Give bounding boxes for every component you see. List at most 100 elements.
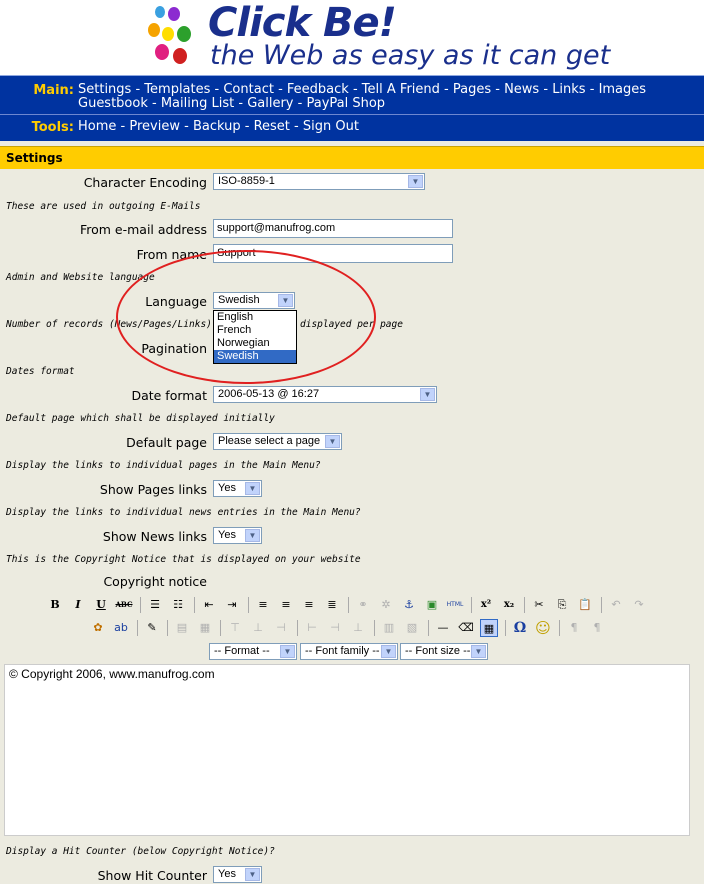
insert-row-after-icon[interactable]: ⊥	[249, 619, 267, 637]
date-format-label: Date format	[131, 388, 207, 403]
align-justify-icon[interactable]: ≣	[323, 596, 341, 614]
ltr-icon[interactable]: ¶	[565, 619, 583, 637]
outdent-icon[interactable]: ⇤	[200, 596, 218, 614]
date-format-value: 2006-05-13 @ 16:27	[218, 388, 320, 400]
pages-links-label: Show Pages links	[99, 482, 207, 497]
align-right-icon[interactable]: ≡	[300, 596, 318, 614]
news-links-select[interactable]: Yes ▼	[213, 527, 262, 544]
align-left-icon[interactable]: ≡	[254, 596, 272, 614]
toolbar-separator	[559, 620, 560, 636]
chevron-down-icon: ▼	[471, 645, 486, 658]
font-size-value: -- Font size --	[405, 645, 471, 657]
toolbar-separator	[428, 620, 429, 636]
nav-link-sign-out[interactable]: Sign Out	[303, 119, 359, 134]
table-cell-props-icon[interactable]: ▦	[196, 619, 214, 637]
cut-icon[interactable]: ✂	[530, 596, 548, 614]
insert-col-before-icon[interactable]: ⊢	[303, 619, 321, 637]
chevron-down-icon: ▼	[280, 645, 295, 658]
paste-icon[interactable]: 📋	[576, 596, 594, 614]
tools-nav-label: Tools:	[31, 120, 74, 135]
default-page-select[interactable]: Please select a page ▼	[213, 433, 342, 450]
nav-link-home[interactable]: Home	[78, 119, 116, 134]
logo-tagline: the Web as easy as it can get	[210, 40, 611, 71]
date-format-select[interactable]: 2006-05-13 @ 16:27 ▼	[213, 386, 437, 403]
copyright-editor[interactable]: © Copyright 2006, www.manufrog.com	[4, 664, 690, 836]
subscript-button[interactable]: x₂	[500, 596, 518, 614]
nav-link-templates[interactable]: Templates	[144, 82, 210, 97]
pages-links-value: Yes	[218, 482, 236, 494]
table-row-props-icon[interactable]: ▤	[173, 619, 191, 637]
nav-separator: -	[273, 82, 287, 97]
nav-link-settings[interactable]: Settings	[78, 82, 131, 97]
font-family-select[interactable]: -- Font family -- ▼	[300, 643, 398, 660]
copy-icon[interactable]: ⎘	[553, 596, 571, 614]
dates-note: Dates format	[6, 366, 75, 377]
nav-link-gallery[interactable]: Gallery	[247, 96, 293, 111]
copyright-label: Copyright notice	[103, 574, 207, 589]
redo-icon[interactable]: ↷	[630, 596, 648, 614]
horizontal-rule-icon[interactable]: —	[434, 619, 452, 637]
format-select[interactable]: -- Format -- ▼	[209, 643, 297, 660]
rtl-icon[interactable]: ¶	[588, 619, 606, 637]
cleanup-icon[interactable]: ✿	[89, 619, 107, 637]
table-icon[interactable]: ▦	[480, 619, 498, 637]
news-links-label: Show News links	[102, 529, 207, 544]
pages-links-select[interactable]: Yes ▼	[213, 480, 262, 497]
bullet-list-icon[interactable]: ☰	[146, 596, 164, 614]
remove-format-icon[interactable]: ⌫	[457, 619, 475, 637]
nav-separator: -	[240, 119, 254, 134]
nav-link-links[interactable]: Links	[552, 82, 585, 97]
from-email-field[interactable]: support@manufrog.com	[213, 219, 453, 238]
char-encoding-select[interactable]: ISO-8859-1 ▼	[213, 173, 425, 190]
nav-link-mailing-list[interactable]: Mailing List	[161, 96, 234, 111]
nav-link-reset[interactable]: Reset	[254, 119, 290, 134]
delete-col-icon[interactable]: ⊥	[349, 619, 367, 637]
align-center-icon[interactable]: ≡	[277, 596, 295, 614]
nav-link-pages[interactable]: Pages	[453, 82, 491, 97]
edit-icon[interactable]: ✎	[143, 619, 161, 637]
pages-links-note: Display the links to individual pages in…	[6, 460, 321, 471]
nav-link-feedback[interactable]: Feedback	[287, 82, 349, 97]
underline-button[interactable]: U	[92, 596, 110, 614]
special-char-button[interactable]: Ω	[511, 619, 529, 637]
nav-link-guestbook[interactable]: Guestbook	[78, 96, 148, 111]
chevron-down-icon: ▼	[245, 868, 260, 881]
nav-separator: -	[179, 119, 193, 134]
nav-link-news[interactable]: News	[504, 82, 539, 97]
spellcheck-icon[interactable]: ab	[112, 619, 130, 637]
nav-link-backup[interactable]: Backup	[193, 119, 241, 134]
numbered-list-icon[interactable]: ☷	[169, 596, 187, 614]
hit-counter-select[interactable]: Yes ▼	[213, 866, 262, 883]
nav-link-tell-a-friend[interactable]: Tell A Friend	[362, 82, 440, 97]
font-size-select[interactable]: -- Font size -- ▼	[400, 643, 488, 660]
language-note: Admin and Website language	[6, 272, 155, 283]
emoticon-icon[interactable]: ☺	[534, 619, 552, 637]
nav-separator: -	[293, 96, 307, 111]
char-encoding-value: ISO-8859-1	[218, 175, 275, 187]
merge-cells-icon[interactable]: ▧	[403, 619, 421, 637]
insert-col-after-icon[interactable]: ⊣	[326, 619, 344, 637]
nav-link-images[interactable]: Images	[599, 82, 647, 97]
nav-link-preview[interactable]: Preview	[129, 119, 180, 134]
nav-separator: -	[539, 82, 553, 97]
bold-button[interactable]: B	[46, 596, 64, 614]
split-cells-icon[interactable]: ▥	[380, 619, 398, 637]
superscript-button[interactable]: x²	[477, 596, 495, 614]
anchor-icon[interactable]: ⚓	[400, 596, 418, 614]
main-nav-row-2: Guestbook - Mailing List - Gallery - Pay…	[78, 97, 385, 111]
nav-link-paypal-shop[interactable]: PayPal Shop	[306, 96, 385, 111]
default-page-note: Default page which shall be displayed in…	[6, 413, 275, 424]
insert-row-before-icon[interactable]: ⊤	[226, 619, 244, 637]
undo-icon[interactable]: ↶	[607, 596, 625, 614]
indent-icon[interactable]: ⇥	[223, 596, 241, 614]
copyright-note: This is the Copyright Notice that is dis…	[6, 554, 361, 565]
link-icon[interactable]: ⚭	[354, 596, 372, 614]
html-button[interactable]: HTML	[446, 596, 464, 614]
delete-row-icon[interactable]: ⊣	[272, 619, 290, 637]
strikethrough-button[interactable]: ABC	[115, 596, 133, 614]
nav-link-contact[interactable]: Contact	[223, 82, 274, 97]
nav-separator: -	[147, 96, 161, 111]
italic-button[interactable]: I	[69, 596, 87, 614]
image-icon[interactable]: ▣	[423, 596, 441, 614]
unlink-icon[interactable]: ✲	[377, 596, 395, 614]
